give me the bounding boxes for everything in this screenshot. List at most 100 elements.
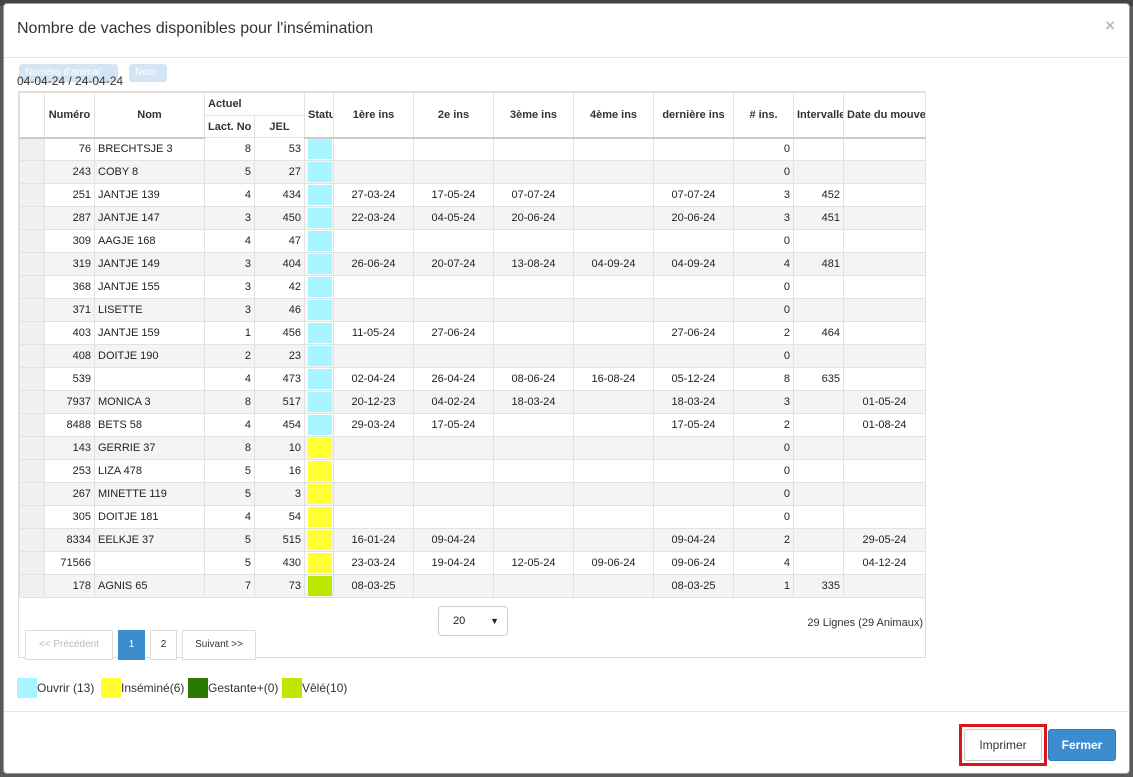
cell-last-ins [653, 229, 734, 253]
pagination-next-button[interactable]: Suivant >> [182, 630, 256, 660]
cell-ins2 [413, 482, 494, 506]
row-selector[interactable] [19, 160, 45, 184]
row-selector[interactable] [19, 137, 45, 161]
cell-ins2: 04-02-24 [413, 390, 494, 414]
cell-movement-date [843, 160, 926, 184]
cell-jel: 450 [254, 206, 305, 230]
status-swatch [308, 254, 332, 274]
col-header-last-ins[interactable]: dernière ins [653, 92, 734, 139]
cell-ins1 [333, 275, 414, 299]
col-header-ins2[interactable]: 2e ins [413, 92, 494, 139]
page-size-select[interactable]: 20 ▼ [438, 606, 508, 636]
row-selector[interactable] [19, 321, 45, 345]
cell-movement-date [843, 229, 926, 253]
col-header-numero[interactable]: Numéro [44, 92, 95, 139]
cell-nom: BETS 58 [94, 413, 205, 437]
col-header-interval[interactable]: Intervalle [793, 92, 844, 139]
close-button[interactable]: Fermer [1048, 729, 1116, 761]
close-icon[interactable]: × [1105, 16, 1115, 36]
row-selector[interactable] [19, 413, 45, 437]
cell-ins2 [413, 459, 494, 483]
table-row[interactable]: 71566 5 430 23-03-24 19-04-24 12-05-24 09-06-2… [19, 551, 926, 575]
group-chip-name[interactable]: Nom [129, 64, 167, 82]
pagination-page-1[interactable]: 1 [118, 630, 145, 660]
col-header-ins4[interactable]: 4ème ins [573, 92, 654, 139]
cell-ins1: 11-05-24 [333, 321, 414, 345]
row-selector[interactable] [19, 367, 45, 391]
row-selector[interactable] [19, 252, 45, 276]
cell-nom: LISETTE [94, 298, 205, 322]
pagination-prev-button[interactable]: << Précédent [25, 630, 113, 660]
table-row[interactable]: 143 GERRIE 37 8 10 0 [19, 436, 926, 460]
col-header-jel[interactable]: JEL [254, 115, 305, 138]
table-row[interactable]: 319 JANTJE 149 3 404 26-06-24 20-07-24 13-08-2… [19, 252, 926, 276]
row-selector[interactable] [19, 206, 45, 230]
status-swatch [308, 346, 332, 366]
row-selector[interactable] [19, 390, 45, 414]
table-row[interactable]: 178 AGNIS 65 7 73 08-03-25 08-03-25 1 335 [19, 574, 926, 598]
cell-ins-count: 3 [733, 390, 794, 414]
cell-status [304, 390, 334, 414]
table-row[interactable]: 253 LIZA 478 5 16 0 [19, 459, 926, 483]
cell-ins1: 23-03-24 [333, 551, 414, 575]
pager-row: 20 ▼ 29 Lignes (29 Animaux) << Précédent… [19, 600, 925, 660]
cell-jel: 16 [254, 459, 305, 483]
cell-movement-date: 04-12-24 [843, 551, 926, 575]
cell-ins4 [573, 482, 654, 506]
cell-ins2 [413, 344, 494, 368]
table-row[interactable]: 539 4 473 02-04-24 26-04-24 08-06-24 16-08-24 0… [19, 367, 926, 391]
row-selector[interactable] [19, 275, 45, 299]
cell-numero: 76 [44, 137, 95, 161]
row-selector[interactable] [19, 459, 45, 483]
row-selector[interactable] [19, 298, 45, 322]
table-row[interactable]: 371 LISETTE 3 46 0 [19, 298, 926, 322]
table-row[interactable]: 8334 EELKJE 37 5 515 16-01-24 09-04-24 09-04-2… [19, 528, 926, 552]
table-row[interactable]: 287 JANTJE 147 3 450 22-03-24 04-05-24 20-06-2… [19, 206, 926, 230]
cell-ins1 [333, 505, 414, 529]
cell-ins2: 09-04-24 [413, 528, 494, 552]
row-selector[interactable] [19, 505, 45, 529]
col-group-header-actuel: Actuel [204, 92, 305, 116]
col-header-movement-date[interactable]: Date du mouvement [843, 92, 926, 139]
cell-ins2 [413, 505, 494, 529]
row-selector[interactable] [19, 436, 45, 460]
col-header-ins-count[interactable]: # ins. [733, 92, 794, 139]
print-button[interactable]: Imprimer [964, 729, 1042, 761]
table-row[interactable]: 7937 MONICA 3 8 517 20-12-23 04-02-24 18-03-24… [19, 390, 926, 414]
pagination-page-2[interactable]: 2 [150, 630, 177, 660]
row-selector[interactable] [19, 482, 45, 506]
table-row[interactable]: 309 AAGJE 168 4 47 0 [19, 229, 926, 253]
col-header-nom[interactable]: Nom [94, 92, 205, 139]
table-row[interactable]: 267 MINETTE 119 5 3 0 [19, 482, 926, 506]
cell-ins4 [573, 229, 654, 253]
table-row[interactable]: 251 JANTJE 139 4 434 27-03-24 17-05-24 07-07-2… [19, 183, 926, 207]
row-selector[interactable] [19, 551, 45, 575]
table-row[interactable]: 8488 BETS 58 4 454 29-03-24 17-05-24 17-05-24 2… [19, 413, 926, 437]
cell-ins2: 17-05-24 [413, 183, 494, 207]
row-selector[interactable] [19, 183, 45, 207]
row-selector[interactable] [19, 229, 45, 253]
row-selector[interactable] [19, 344, 45, 368]
cell-ins3 [493, 321, 574, 345]
table-row[interactable]: 305 DOITJE 181 4 54 0 [19, 505, 926, 529]
table-row[interactable]: 243 COBY 8 5 27 0 [19, 160, 926, 184]
table-row[interactable]: 403 JANTJE 159 1 456 11-05-24 27-06-24 27-06-2… [19, 321, 926, 345]
status-swatch [308, 208, 332, 228]
table-row[interactable]: 408 DOITJE 190 2 23 0 [19, 344, 926, 368]
col-header-lact[interactable]: Lact. No [204, 115, 255, 138]
row-selector[interactable] [19, 574, 45, 598]
cell-numero: 305 [44, 505, 95, 529]
table-row[interactable]: 76 BRECHTSJE 3 8 53 0 [19, 137, 926, 161]
col-header-ins3[interactable]: 3ème ins [493, 92, 574, 139]
cell-last-ins: 18-03-24 [653, 390, 734, 414]
col-header-statut[interactable]: Statut [304, 92, 334, 139]
col-header-ins1[interactable]: 1ère ins [333, 92, 414, 139]
cell-ins1: 16-01-24 [333, 528, 414, 552]
cell-ins3 [493, 574, 574, 598]
table-row[interactable]: 368 JANTJE 155 3 42 0 [19, 275, 926, 299]
cell-last-ins: 09-06-24 [653, 551, 734, 575]
cell-ins1: 26-06-24 [333, 252, 414, 276]
cell-nom: AGNIS 65 [94, 574, 205, 598]
cell-nom: LIZA 478 [94, 459, 205, 483]
row-selector[interactable] [19, 528, 45, 552]
